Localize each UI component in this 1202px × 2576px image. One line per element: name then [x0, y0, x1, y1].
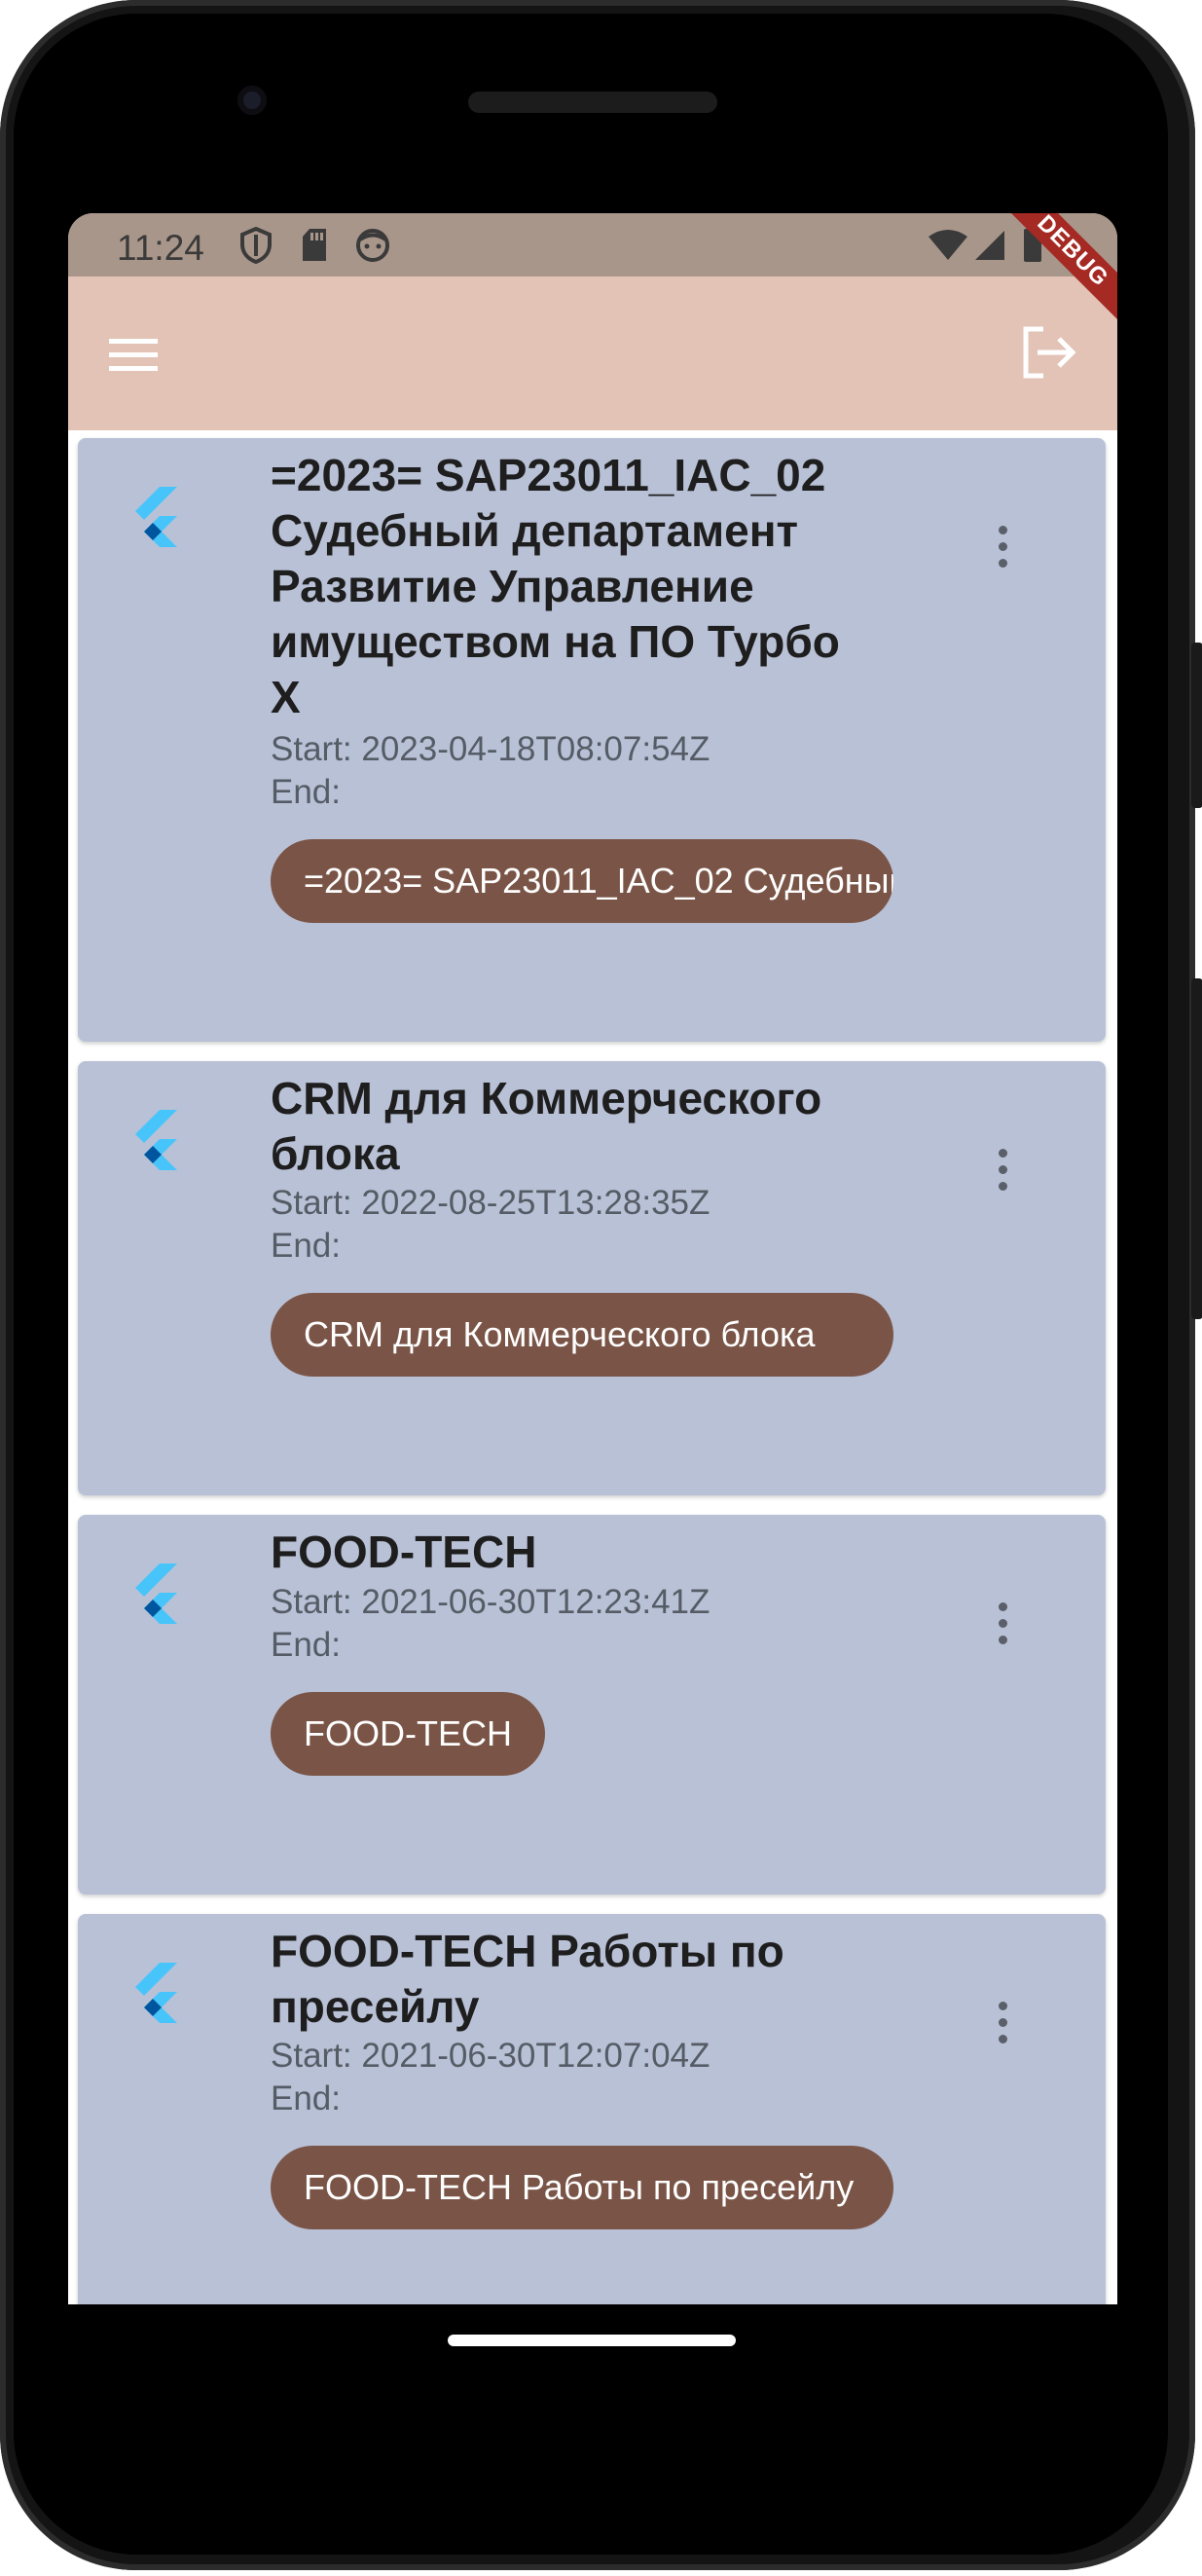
project-card[interactable]: FOOD-TECH Работы по пресейлу Start: 2021…	[78, 1914, 1106, 2304]
app-bar	[68, 276, 1117, 430]
project-chip[interactable]: =2023= SAP23011_IAC_02 Судебный департам…	[271, 839, 893, 923]
project-title: FOOD-TECH Работы по пресейлу	[271, 1926, 784, 2032]
logout-icon	[1023, 326, 1076, 379]
project-end: End:	[271, 2079, 341, 2117]
home-indicator[interactable]	[448, 2335, 736, 2346]
more-options-button[interactable]	[983, 518, 1022, 576]
app-screen: 11:24 DEBUG =2023= SAP23011_IAC_02 Судеб…	[68, 213, 1117, 2304]
flutter-logo-icon	[135, 487, 177, 547]
more-options-button[interactable]	[983, 1994, 1022, 2052]
power-button	[1191, 643, 1202, 808]
project-start: Start: 2021-06-30T12:07:04Z	[271, 2037, 710, 2075]
sd-card-icon	[300, 227, 329, 269]
flutter-logo-icon	[135, 1564, 177, 1624]
phone-frame: 11:24 DEBUG =2023= SAP23011_IAC_02 Судеб…	[0, 0, 1202, 2570]
more-options-button[interactable]	[983, 1595, 1022, 1653]
project-chip[interactable]: FOOD-TECH	[271, 1692, 545, 1776]
project-start: Start: 2021-06-30T12:23:41Z	[271, 1583, 710, 1621]
logout-button[interactable]	[1014, 319, 1082, 387]
menu-button[interactable]	[105, 325, 164, 384]
status-bar: 11:24	[68, 213, 1117, 276]
project-end: End:	[271, 1227, 341, 1265]
wifi-icon	[927, 229, 969, 267]
earpiece-speaker	[468, 92, 717, 113]
more-options-button[interactable]	[983, 1141, 1022, 1199]
project-card[interactable]: FOOD-TECH Start: 2021-06-30T12:23:41Z En…	[78, 1515, 1106, 1895]
project-start: Start: 2022-08-25T13:28:35Z	[271, 1184, 710, 1222]
project-end: End:	[271, 1626, 341, 1664]
shield-icon	[239, 226, 273, 269]
front-camera	[237, 86, 267, 115]
project-list[interactable]: =2023= SAP23011_IAC_02 Судебный департам…	[68, 430, 1117, 2304]
flutter-logo-icon	[135, 1963, 177, 2023]
status-time: 11:24	[117, 228, 204, 268]
flutter-logo-icon	[135, 1110, 177, 1170]
project-chip[interactable]: FOOD-TECH Работы по пресейлу	[271, 2146, 893, 2229]
hamburger-menu-icon	[109, 339, 158, 371]
project-chip[interactable]: CRM для Коммерческого блока	[271, 1293, 893, 1377]
project-end: End:	[271, 773, 341, 811]
face-icon	[354, 227, 391, 269]
project-title: =2023= SAP23011_IAC_02 Судебный департам…	[271, 450, 840, 722]
project-start: Start: 2023-04-18T08:07:54Z	[271, 730, 710, 768]
volume-button	[1191, 978, 1202, 1319]
project-card[interactable]: =2023= SAP23011_IAC_02 Судебный департам…	[78, 438, 1106, 1042]
project-title: CRM для Коммерческого блока	[271, 1073, 822, 1179]
project-card[interactable]: CRM для Коммерческого блока Start: 2022-…	[78, 1061, 1106, 1495]
signal-icon	[971, 229, 1006, 267]
project-title: FOOD-TECH	[271, 1527, 537, 1577]
